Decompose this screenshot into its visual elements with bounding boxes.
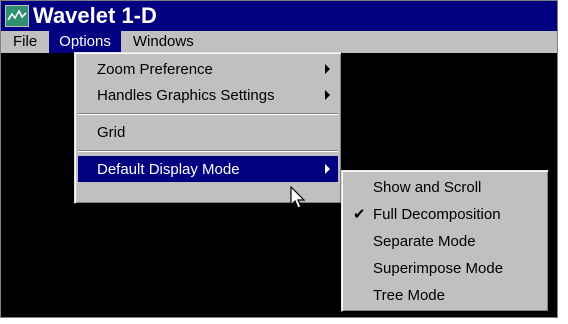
options-menu: Zoom Preference Handles Graphics Setting… — [74, 52, 342, 204]
title-bar[interactable]: Wavelet 1-D — [1, 1, 557, 31]
menu-options[interactable]: Options — [49, 31, 121, 53]
menu-item-grid[interactable]: Grid — [78, 119, 338, 145]
checkmark-icon: ✔ — [353, 206, 366, 223]
submenu-item-tree-mode[interactable]: Tree Mode — [345, 282, 545, 308]
menu-separator — [78, 113, 338, 115]
menu-item-zoom-preference[interactable]: Zoom Preference — [78, 56, 338, 82]
submenu-item-separate-mode[interactable]: Separate Mode — [345, 228, 545, 254]
menu-item-label: Zoom Preference — [97, 60, 213, 78]
menu-item-label: Grid — [97, 123, 126, 141]
menu-bar: File Options Windows — [1, 31, 557, 53]
mouse-pointer-icon — [290, 186, 306, 209]
submenu-item-label: Show and Scroll — [373, 178, 482, 196]
submenu-item-label: Superimpose Mode — [373, 259, 504, 277]
menu-windows[interactable]: Windows — [123, 31, 204, 53]
menu-separator — [78, 150, 338, 152]
submenu-item-label: Full Decomposition — [373, 205, 501, 223]
submenu-item-full-decomposition[interactable]: ✔ Full Decomposition — [345, 201, 545, 227]
submenu-arrow-icon — [325, 64, 330, 74]
submenu-arrow-icon — [325, 164, 330, 174]
app-icon[interactable] — [5, 5, 29, 27]
menu-file[interactable]: File — [9, 31, 49, 53]
display-mode-submenu: Show and Scroll ✔ Full Decomposition Sep… — [341, 170, 549, 312]
submenu-item-superimpose-mode[interactable]: Superimpose Mode — [345, 255, 545, 281]
menu-item-label: Default Display Mode — [97, 160, 240, 178]
submenu-item-label: Separate Mode — [373, 232, 476, 250]
submenu-arrow-icon — [325, 90, 330, 100]
submenu-item-label: Tree Mode — [373, 286, 445, 304]
submenu-item-show-and-scroll[interactable]: Show and Scroll — [345, 174, 545, 200]
menu-item-default-display-mode[interactable]: Default Display Mode — [78, 156, 338, 182]
window-title: Wavelet 1-D — [33, 3, 157, 28]
menu-item-handles-graphics-settings[interactable]: Handles Graphics Settings — [78, 82, 338, 108]
menu-item-label: Handles Graphics Settings — [97, 86, 275, 104]
